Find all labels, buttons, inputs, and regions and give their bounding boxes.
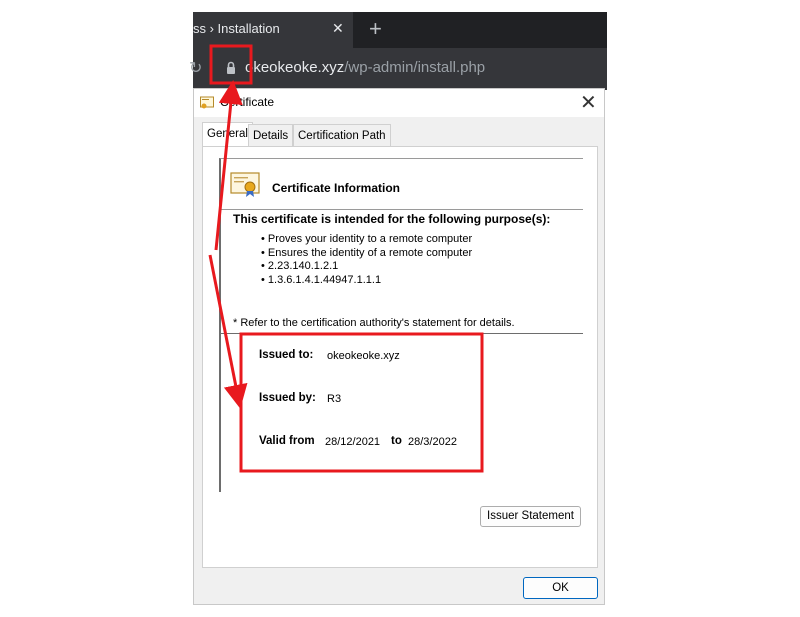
purpose-list: • Proves your identity to a remote compu… (261, 233, 472, 287)
tab-details[interactable]: Details (248, 124, 294, 146)
url-path: /wp-admin/install.php (344, 59, 486, 76)
lock-icon[interactable] (226, 61, 236, 75)
certificate-info-frame: Certificate Information This certificate… (219, 158, 583, 492)
purpose-item: • 2.23.140.1.2.1 (261, 260, 339, 272)
issued-by-label: Issued by: (259, 392, 316, 404)
divider (221, 333, 583, 334)
valid-from-value: 28/12/2021 (325, 436, 381, 448)
purpose-item: • Proves your identity to a remote compu… (261, 233, 473, 245)
certificate-icon (230, 172, 260, 197)
certificate-icon (200, 96, 214, 109)
url-host: okeokeoke.xyz (245, 59, 345, 76)
divider (221, 209, 583, 210)
reload-icon[interactable]: ↻ (189, 58, 202, 78)
issued-by-value: R3 (327, 393, 342, 405)
new-tab-icon[interactable]: + (369, 16, 382, 42)
ok-button[interactable]: OK (523, 577, 598, 599)
refer-note: * Refer to the certification authority's… (233, 317, 515, 329)
valid-to-value: 28/3/2022 (408, 436, 457, 448)
url-text[interactable]: okeokeoke.xyz/wp-admin/install.php (245, 59, 485, 76)
tab-title: ss › Installation (193, 21, 280, 36)
certificate-info-title: Certificate Information (272, 181, 401, 195)
purpose-heading: This certificate is intended for the fol… (233, 212, 551, 226)
close-icon[interactable]: ✕ (580, 90, 597, 115)
dialog-title: Certificate (220, 95, 275, 109)
general-panel: Certificate Information This certificate… (202, 146, 598, 568)
tab-certification-path[interactable]: Certification Path (293, 124, 391, 146)
issued-to-label: Issued to: (259, 349, 314, 361)
tab-general[interactable]: General (202, 122, 253, 146)
valid-to-label: to (391, 435, 402, 447)
address-bar[interactable]: ↻ okeokeoke.xyz/wp-admin/install.php (189, 48, 607, 90)
issued-to-value: okeokeoke.xyz (327, 350, 400, 362)
purpose-item: • 1.3.6.1.4.1.44947.1.1.1 (261, 273, 382, 286)
issuer-statement-button[interactable]: Issuer Statement (480, 506, 581, 527)
purpose-item: • Ensures the identity of a remote compu… (261, 246, 473, 259)
tab-close-icon[interactable]: ✕ (332, 20, 344, 37)
valid-from-label: Valid from (259, 435, 315, 447)
dialog-titlebar: Certificate ✕ (194, 89, 604, 117)
browser-window: ss › Installation ✕ + ↻ okeokeoke.xyz/wp… (189, 12, 607, 90)
certificate-dialog: Certificate ✕ General Details Certificat… (193, 88, 605, 605)
browser-tab[interactable]: ss › Installation ✕ (193, 12, 353, 48)
